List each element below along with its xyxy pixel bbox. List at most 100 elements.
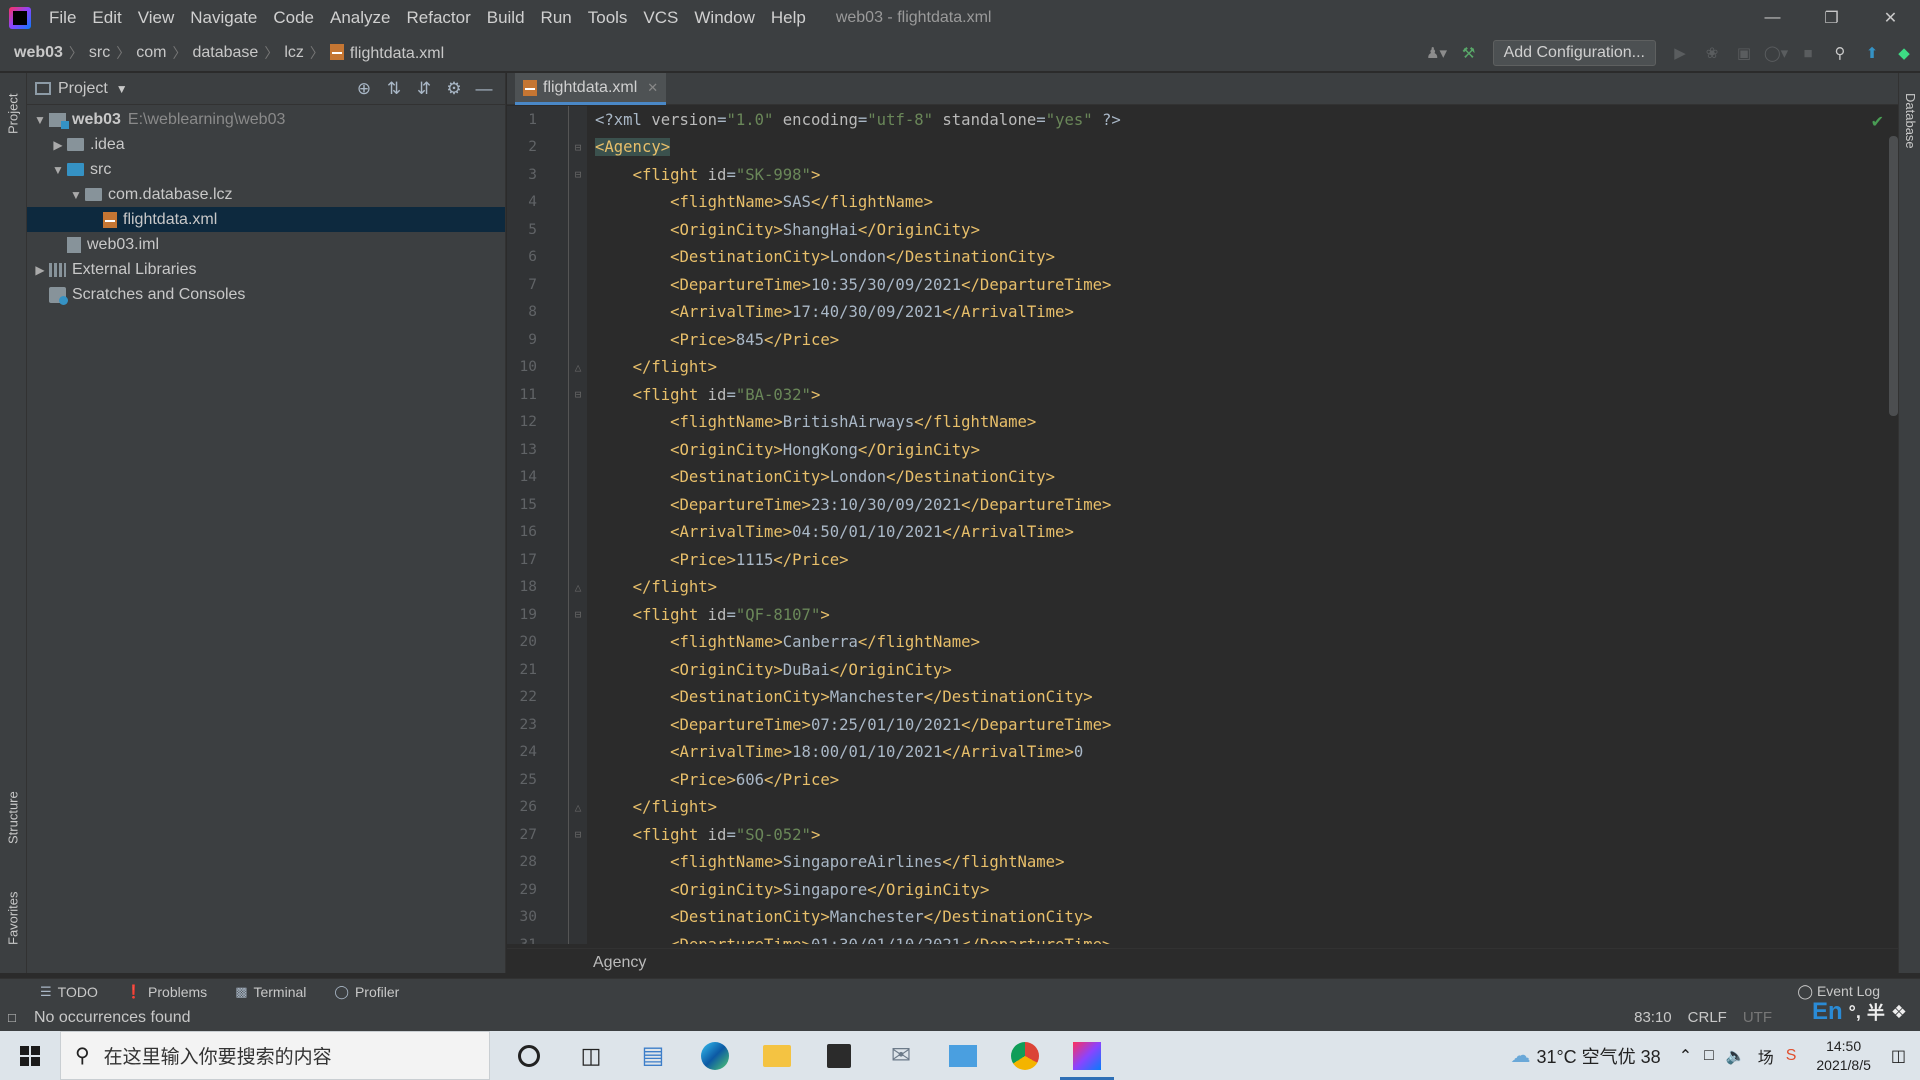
debug-icon[interactable]: ❀ [1698, 39, 1726, 67]
breadcrumb-file[interactable]: flightdata.xml [324, 43, 450, 63]
network-icon[interactable]: □ [1704, 1047, 1714, 1065]
code-line[interactable]: 11 ⊟ <flight id="BA-032"> [507, 381, 1898, 409]
ime-skin-icon[interactable]: ❖ [1891, 1002, 1907, 1023]
tree-item-web03[interactable]: ▼ web03 E:\weblearning\web03 [27, 107, 505, 132]
code-line[interactable]: 12 <flightName>BritishAirways</flightNam… [507, 409, 1898, 437]
chevron-right-icon[interactable]: ▶ [49, 138, 67, 152]
notifications-icon[interactable]: ◫ [1891, 1046, 1906, 1066]
vertical-scrollbar[interactable] [1889, 136, 1898, 416]
tree-item-flightdata[interactable]: flightdata.xml [27, 207, 505, 232]
menu-code[interactable]: Code [265, 0, 322, 35]
tree-item-iml[interactable]: web03.iml [27, 232, 505, 257]
app-intellij[interactable] [1056, 1031, 1118, 1080]
code-line[interactable]: 8 <ArrivalTime>17:40/30/09/2021</Arrival… [507, 299, 1898, 327]
menu-tools[interactable]: Tools [580, 0, 636, 35]
app-file-explorer[interactable] [746, 1031, 808, 1080]
code-line[interactable]: 23 <DepartureTime>07:25/01/10/2021</Depa… [507, 711, 1898, 739]
clock[interactable]: 14:50 2021/8/5 [1816, 1037, 1871, 1075]
tab-database[interactable]: Database [1903, 93, 1918, 149]
profiler-tool[interactable]: ◯ Profiler [334, 984, 399, 1000]
app-control-panel[interactable] [932, 1031, 994, 1080]
build-hammer-icon[interactable]: ⚒ [1455, 39, 1483, 67]
expand-all-icon[interactable]: ⇅ [379, 79, 409, 99]
tab-favorites[interactable]: Favorites [2, 878, 24, 958]
code-line[interactable]: 28 <flightName>SingaporeAirlines</flight… [507, 849, 1898, 877]
menu-navigate[interactable]: Navigate [182, 0, 265, 35]
chevron-down-icon[interactable]: ▼ [31, 113, 49, 127]
fold-open-icon[interactable]: ⊟ [569, 608, 587, 621]
chevron-down-icon[interactable]: ▼ [49, 163, 67, 177]
ime-tray-icon[interactable]: 场 [1758, 1044, 1774, 1068]
tab-structure[interactable]: Structure [2, 778, 24, 858]
weather-text[interactable]: 31°C 空气优 38 [1536, 1043, 1660, 1069]
close-icon[interactable]: ✕ [1861, 0, 1920, 35]
menu-window[interactable]: Window [686, 0, 762, 35]
menu-run[interactable]: Run [533, 0, 580, 35]
chevron-down-icon[interactable]: ▼ [67, 188, 85, 202]
collapse-all-icon[interactable]: ⇵ [409, 79, 439, 99]
ime-language[interactable]: En [1812, 998, 1843, 1026]
fold-close-icon[interactable]: △ [569, 361, 587, 374]
fold-open-icon[interactable]: ⊟ [569, 141, 587, 154]
task-view-button[interactable]: ◫ [560, 1031, 622, 1080]
menu-view[interactable]: View [130, 0, 183, 35]
start-button[interactable] [0, 1031, 60, 1080]
tab-flightdata-xml[interactable]: flightdata.xml ✕ [515, 73, 667, 105]
fold-open-icon[interactable]: ⊟ [569, 828, 587, 841]
line-separator[interactable]: CRLF [1688, 1009, 1727, 1026]
file-encoding[interactable]: UTF [1743, 1009, 1772, 1026]
fold-open-icon[interactable]: ⊟ [569, 168, 587, 181]
hide-icon[interactable]: — [469, 79, 499, 99]
breadcrumb-lcz[interactable]: lcz [278, 44, 310, 62]
menu-refactor[interactable]: Refactor [398, 0, 478, 35]
restore-icon[interactable]: ❐ [1802, 0, 1861, 35]
ime-width[interactable]: 半 [1867, 999, 1885, 1025]
app-mail[interactable]: ✉ [870, 1031, 932, 1080]
code-line[interactable]: 31 <DepartureTime>01:30/01/10/2021</Depa… [507, 931, 1898, 944]
locate-icon[interactable]: ⊕ [349, 79, 379, 99]
breadcrumb-src[interactable]: src [83, 44, 116, 62]
profile-icon[interactable]: ◯▾ [1762, 39, 1790, 67]
taskbar-search-box[interactable]: ⚲ 在这里输入你要搜索的内容 [60, 1031, 490, 1080]
minimize-icon[interactable]: — [1743, 0, 1802, 35]
code-line[interactable]: 9 <Price>845</Price> [507, 326, 1898, 354]
tree-item-package[interactable]: ▼ com.database.lcz [27, 182, 505, 207]
code-line[interactable]: 3 ⊟ <flight id="SK-998"> [507, 161, 1898, 189]
todo-tool[interactable]: ☰ TODO [40, 984, 98, 1000]
tree-item-scratches[interactable]: Scratches and Consoles [27, 282, 505, 307]
code-line[interactable]: 14 <DestinationCity>London</DestinationC… [507, 464, 1898, 492]
toolbox-icon[interactable]: ◆ [1890, 39, 1918, 67]
code-line[interactable]: 13 <OriginCity>HongKong</OriginCity> [507, 436, 1898, 464]
editor-breadcrumb-agency[interactable]: Agency [593, 954, 646, 971]
app-store[interactable] [808, 1031, 870, 1080]
app-desktop[interactable]: ▤ [622, 1031, 684, 1080]
code-line[interactable]: 18 △ </flight> [507, 574, 1898, 602]
menu-file[interactable]: File [41, 0, 84, 35]
menu-help[interactable]: Help [763, 0, 814, 35]
code-line[interactable]: 22 <DestinationCity>Manchester</Destinat… [507, 684, 1898, 712]
ime-punctuation[interactable]: °, [1849, 1002, 1861, 1023]
tab-project[interactable]: Project [2, 79, 24, 149]
chevron-right-icon[interactable]: ▶ [31, 263, 49, 277]
tree-item-src[interactable]: ▼ src [27, 157, 505, 182]
stop-icon[interactable]: ■ [1794, 39, 1822, 67]
caret-position[interactable]: 83:10 [1634, 1009, 1672, 1026]
code-line[interactable]: 6 <DestinationCity>London</DestinationCi… [507, 244, 1898, 272]
code-line[interactable]: 10 △ </flight> [507, 354, 1898, 382]
cortana-button[interactable] [498, 1031, 560, 1080]
code-line[interactable]: 4 <flightName>SAS</flightName> [507, 189, 1898, 217]
code-line[interactable]: 21 <OriginCity>DuBai</OriginCity> [507, 656, 1898, 684]
code-line[interactable]: 27 ⊟ <flight id="SQ-052"> [507, 821, 1898, 849]
code-line[interactable]: 20 <flightName>Canberra</flightName> [507, 629, 1898, 657]
app-edge[interactable] [684, 1031, 746, 1080]
gear-icon[interactable]: ⚙ [439, 79, 469, 99]
code-line[interactable]: 19 ⊟ <flight id="QF-8107"> [507, 601, 1898, 629]
menu-build[interactable]: Build [479, 0, 533, 35]
project-view-selector[interactable]: Project ▼ [35, 80, 128, 98]
fold-close-icon[interactable]: △ [569, 801, 587, 814]
search-icon[interactable]: ⚲ [1826, 39, 1854, 67]
app-tray-icon[interactable]: S [1786, 1047, 1797, 1065]
code-editor[interactable]: 1 <?xml version="1.0" encoding="utf-8" st… [507, 106, 1898, 944]
app-chrome[interactable] [994, 1031, 1056, 1080]
terminal-tool[interactable]: ▩ Terminal [235, 984, 306, 1000]
